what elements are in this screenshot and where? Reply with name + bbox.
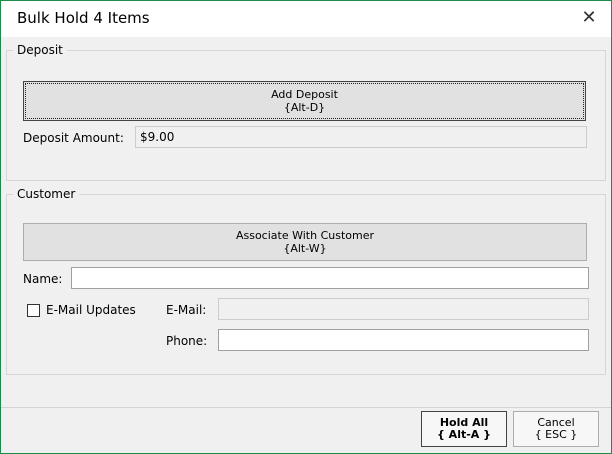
phone-label: Phone:: [166, 334, 208, 348]
hold-all-shortcut: { Alt-A }: [437, 428, 491, 441]
title-bar: Bulk Hold 4 Items ✕: [1, 1, 611, 37]
add-deposit-button[interactable]: Add Deposit {Alt-D}: [23, 81, 586, 121]
add-deposit-shortcut: {Alt-D}: [283, 101, 326, 114]
email-label: E-Mail:: [166, 303, 207, 317]
associate-customer-label: Associate With Customer: [235, 229, 375, 242]
phone-input[interactable]: [218, 329, 589, 351]
cancel-shortcut: { ESC }: [534, 428, 578, 441]
email-updates-checkbox[interactable]: [27, 304, 40, 317]
deposit-legend: Deposit: [17, 43, 63, 57]
associate-customer-shortcut: {Alt-W}: [283, 242, 327, 255]
email-updates-label[interactable]: E-Mail Updates: [46, 303, 136, 317]
deposit-amount-label: Deposit Amount:: [23, 131, 124, 145]
hold-all-button[interactable]: Hold All { Alt-A }: [421, 411, 507, 447]
cancel-button[interactable]: Cancel { ESC }: [513, 411, 599, 447]
dialog-window: Bulk Hold 4 Items ✕ Deposit Add Deposit …: [0, 0, 612, 454]
footer-divider: [1, 407, 611, 408]
name-input[interactable]: [71, 267, 589, 289]
add-deposit-label: Add Deposit: [271, 88, 338, 101]
close-icon[interactable]: ✕: [577, 6, 601, 30]
name-label: Name:: [23, 272, 63, 286]
customer-legend: Customer: [17, 187, 76, 201]
deposit-amount-field: $9.00: [135, 126, 587, 148]
email-field: [218, 298, 589, 320]
window-title: Bulk Hold 4 Items: [17, 9, 150, 27]
associate-customer-button[interactable]: Associate With Customer {Alt-W}: [23, 223, 587, 261]
